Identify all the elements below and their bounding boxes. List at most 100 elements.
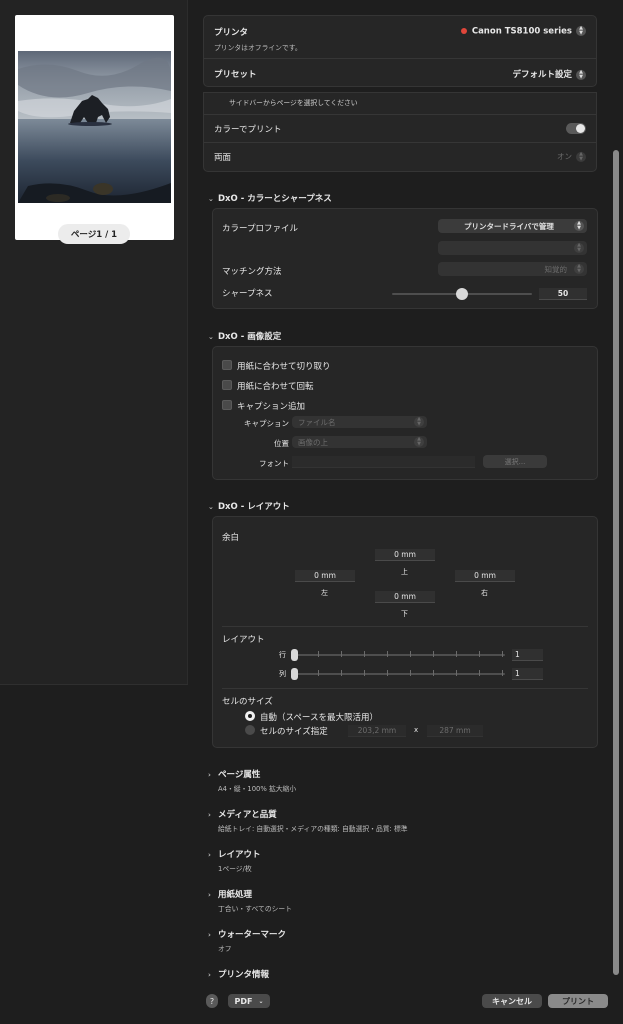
section-printer-info[interactable]: › プリンタ情報 <box>208 968 269 980</box>
caption-label: キャプション <box>244 419 289 428</box>
layout-label: レイアウト <box>222 635 265 645</box>
cancel-button[interactable]: キャンセル <box>482 994 542 1008</box>
slider-tick <box>502 651 503 657</box>
printer-label: プリンタ <box>214 28 249 38</box>
page-select-hint: サイドバーからページを選択してください <box>229 99 358 107</box>
settings-scroll-area: プリンタ プリンタはオフラインです。 Canon TS8100 series ▲ ▼… <box>188 0 613 990</box>
margin-top-field[interactable]: 0 mm <box>375 549 435 561</box>
section-title: メディアと品質 <box>218 810 277 820</box>
crop-checkbox[interactable] <box>222 360 232 370</box>
section-title: レイアウト <box>218 850 261 860</box>
rows-slider-knob[interactable] <box>291 649 298 661</box>
preset-select[interactable]: デフォルト設定 ▲ ▼ <box>512 68 586 80</box>
preset-label: プリセット <box>214 70 257 80</box>
updown-icon: ▲ ▼ <box>576 26 586 36</box>
margin-left-field[interactable]: 0 mm <box>295 570 355 582</box>
updown-icon: ▲ ▼ <box>574 221 584 231</box>
caption-add-label: キャプション追加 <box>237 402 306 412</box>
color-profile-label: カラープロファイル <box>222 224 298 234</box>
chevron-right-icon: › <box>208 931 211 939</box>
general-box: サイドバーからページを選択してください カラーでプリント 両面 オン ▲ ▼ <box>203 92 597 172</box>
section-layout[interactable]: › レイアウト <box>208 848 261 860</box>
rows-slider-track[interactable] <box>295 654 505 656</box>
color-print-label: カラーでプリント <box>214 125 282 135</box>
section-dxo-layout[interactable]: ⌄ DxO - レイアウト <box>208 500 290 512</box>
divider <box>204 142 596 143</box>
updown-icon: ▲ ▼ <box>414 437 424 447</box>
help-button[interactable]: ? <box>206 994 218 1008</box>
rows-label: 行 <box>279 651 286 659</box>
cell-size-label: セルのサイズ <box>222 697 273 707</box>
section-title: プリンタ情報 <box>218 970 270 980</box>
layout-box: 余白 0 mm 上 0 mm 左 0 mm 右 0 mm 下 レイアウト 行 1 <box>212 516 598 748</box>
margin-bottom-field[interactable]: 0 mm <box>375 591 435 603</box>
section-title: DxO - 画像設定 <box>218 332 282 342</box>
section-title: 用紙処理 <box>218 890 253 900</box>
font-select-button: 選択... <box>483 455 547 468</box>
page-preview[interactable]: ページ1 / 1 <box>15 15 174 244</box>
section-summary: 丁合い・すべてのシート <box>218 905 293 913</box>
cols-label: 列 <box>279 670 286 678</box>
divider <box>222 626 588 627</box>
cols-slider-track[interactable] <box>295 673 505 675</box>
slider-tick <box>479 670 480 676</box>
caption-select: ファイル名 ▲ ▼ <box>292 416 427 428</box>
print-dialog: プリンタ プリンタはオフラインです。 Canon TS8100 series ▲ ▼… <box>188 0 623 1024</box>
chevron-down-icon: ⌄ <box>208 503 214 511</box>
printer-select[interactable]: Canon TS8100 series ▲ ▼ <box>460 26 586 37</box>
chevron-right-icon: › <box>208 811 211 819</box>
section-image-settings[interactable]: ⌄ DxO - 画像設定 <box>208 330 281 342</box>
slider-tick <box>456 651 457 657</box>
sidebar-empty-area <box>0 684 188 1024</box>
section-title: ページ属性 <box>218 770 261 780</box>
duplex-select[interactable]: オン ▲ ▼ <box>557 151 586 162</box>
updown-icon: ▲ ▼ <box>576 69 586 80</box>
scrollbar[interactable] <box>613 150 619 975</box>
cols-slider-knob[interactable] <box>291 668 298 680</box>
updown-icon: ▲ ▼ <box>574 243 584 253</box>
section-paper-handling[interactable]: › 用紙処理 <box>208 888 252 900</box>
pdf-label: PDF <box>234 996 253 1006</box>
section-media-quality[interactable]: › メディアと品質 <box>208 808 277 820</box>
cols-field[interactable]: 1 <box>512 668 543 680</box>
chevron-down-icon: ⌄ <box>208 195 214 203</box>
font-label: フォント <box>259 459 289 468</box>
slider-tick <box>410 651 411 657</box>
sharpness-slider-knob[interactable] <box>456 288 468 300</box>
section-summary: A4・縦・100% 拡大縮小 <box>218 785 297 793</box>
section-color-sharpness[interactable]: ⌄ DxO - カラーとシャープネス <box>208 192 332 204</box>
color-print-toggle[interactable] <box>566 123 586 134</box>
rotate-checkbox[interactable] <box>222 380 232 390</box>
section-page-attributes[interactable]: › ページ属性 <box>208 768 260 780</box>
slider-tick <box>318 651 319 657</box>
caption-checkbox[interactable] <box>222 400 232 410</box>
cell-size-custom-radio[interactable] <box>245 725 255 735</box>
margin-right-label: 右 <box>481 589 488 597</box>
matching-value: 知覚的 <box>544 264 568 274</box>
image-settings-box: 用紙に合わせて切り取り 用紙に合わせて回転 キャプション追加 キャプション ファ… <box>212 346 598 480</box>
color-sharpness-box: カラープロファイル プリンタードライバで管理 ▲ ▼ ▲ ▼ マッチング方法 知覚的 ▲… <box>212 208 598 309</box>
updown-icon: ▲ ▼ <box>414 417 424 427</box>
printer-value: Canon TS8100 series <box>471 26 572 37</box>
chevron-right-icon: › <box>208 891 211 899</box>
font-field <box>292 456 475 468</box>
cell-size-auto-radio[interactable] <box>245 711 255 721</box>
section-watermark[interactable]: › ウォーターマーク <box>208 928 286 940</box>
slider-tick <box>479 651 480 657</box>
slider-tick <box>410 670 411 676</box>
pdf-menu-button[interactable]: PDF ⌄ <box>228 994 270 1008</box>
margin-right-field[interactable]: 0 mm <box>455 570 515 582</box>
color-profile-select[interactable]: プリンタードライバで管理 ▲ ▼ <box>438 219 587 233</box>
margin-top-label: 上 <box>401 568 408 576</box>
sharpness-field[interactable]: 50 <box>539 288 587 300</box>
print-button[interactable]: プリント <box>548 994 608 1008</box>
rows-field[interactable]: 1 <box>512 649 543 661</box>
slider-tick <box>433 670 434 676</box>
slider-tick <box>318 670 319 676</box>
sharpness-label: シャープネス <box>222 289 273 299</box>
margin-left-label: 左 <box>321 589 328 597</box>
slider-tick <box>387 670 388 676</box>
caption-value: ファイル名 <box>298 417 336 427</box>
preview-pane: ページ1 / 1 <box>0 0 188 684</box>
duplex-label: 両面 <box>214 153 232 163</box>
